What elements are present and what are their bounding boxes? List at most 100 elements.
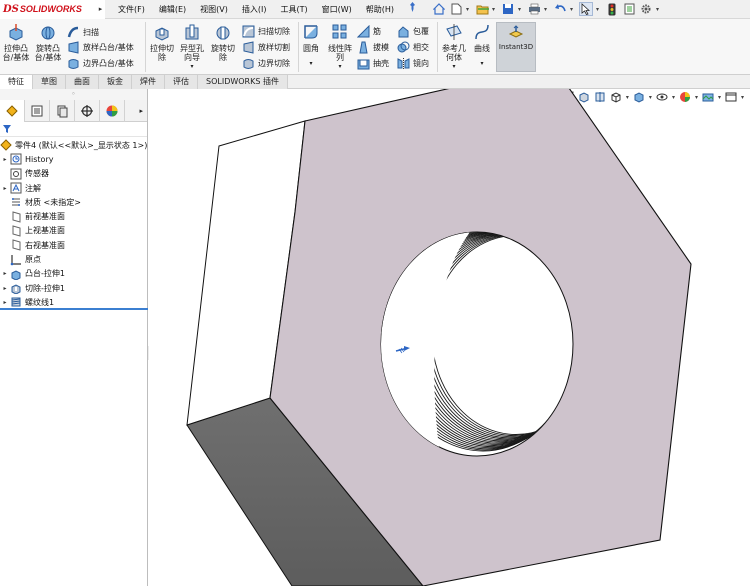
open-dropdown-icon[interactable]: ▾: [492, 6, 498, 13]
tab-surfaces[interactable]: 曲面: [66, 75, 99, 89]
new-document-icon[interactable]: [449, 2, 463, 16]
logo-expand-arrow-icon[interactable]: ▸: [96, 0, 105, 19]
tree-item-cut-extrude1[interactable]: ▸ 切除-拉伸1: [0, 281, 147, 295]
extrude-cut-button[interactable]: 拉伸切 除: [148, 23, 176, 62]
graphics-area[interactable]: ▾ ▾ ▾ ▾ ▾ ▾: [149, 89, 750, 586]
new-dropdown-icon[interactable]: ▾: [466, 6, 472, 13]
intersect-label: 相交: [413, 42, 429, 52]
linear-pattern-icon: [332, 24, 347, 39]
undo-icon[interactable]: [553, 2, 567, 16]
mirror-button[interactable]: 镜向: [397, 55, 429, 71]
select-dropdown-icon[interactable]: ▾: [596, 6, 602, 13]
property-manager-tab[interactable]: [25, 99, 50, 122]
tree-item-top-plane[interactable]: 上视基准面: [0, 224, 147, 238]
feature-manager-icon: [6, 104, 18, 117]
sweep-button[interactable]: 扫描: [67, 24, 99, 40]
fillet-dropdown-icon[interactable]: ▾: [300, 59, 322, 68]
panel-expand-arrow-icon[interactable]: ▸: [139, 107, 143, 115]
tree-item-label: 注解: [25, 183, 41, 193]
expand-arrow-icon[interactable]: ▸: [0, 185, 10, 192]
instant3d-icon: [508, 25, 524, 38]
options-gear-icon[interactable]: [639, 2, 653, 16]
extrude-boss-icon: [9, 24, 23, 41]
instant3d-button[interactable]: Instant3D: [496, 22, 536, 72]
tree-item-sensors[interactable]: 传感器: [0, 167, 147, 181]
linear-pattern-dropdown-icon[interactable]: ▾: [326, 62, 354, 71]
reference-geometry-dropdown-icon[interactable]: ▾: [439, 62, 469, 71]
revolve-cut-button[interactable]: 旋转切 除: [209, 23, 237, 62]
tree-item-right-plane[interactable]: 右视基准面: [0, 238, 147, 252]
tree-item-origin[interactable]: 原点: [0, 252, 147, 266]
dimxpert-manager-tab[interactable]: [75, 99, 100, 122]
tab-sketch[interactable]: 草图: [33, 75, 66, 89]
boundary-boss-label: 边界凸台/基体: [83, 58, 134, 68]
tree-item-front-plane[interactable]: 前视基准面: [0, 209, 147, 223]
rollback-bar[interactable]: [0, 308, 148, 310]
tree-item-material[interactable]: 材质 <未指定>: [0, 195, 147, 209]
boundary-cut-button[interactable]: 边界切除: [242, 55, 290, 71]
loft-cut-button[interactable]: 放样切割: [242, 39, 290, 55]
sweep-cut-button[interactable]: 扫描切除: [242, 23, 290, 39]
select-pointer-icon[interactable]: [579, 2, 594, 16]
panel-grip-handle[interactable]: ◦: [0, 89, 147, 100]
ds-logo-mark: DS: [3, 3, 19, 15]
expand-arrow-icon[interactable]: ▸: [0, 299, 10, 306]
curves-dropdown-icon[interactable]: ▾: [471, 59, 493, 68]
tree-item-label: 传感器: [25, 169, 49, 179]
command-tabs: 特征 草图 曲面 钣金 焊件 评估 SOLIDWORKS 插件: [0, 75, 750, 89]
tree-item-annotations[interactable]: ▸ 注解: [0, 181, 147, 195]
hole-wizard-dropdown-icon[interactable]: ▾: [178, 62, 206, 71]
menu-file[interactable]: 文件(F): [111, 0, 152, 19]
menu-view[interactable]: 视图(V): [193, 0, 235, 19]
expand-arrow-icon[interactable]: ▸: [0, 285, 10, 292]
menu-tools[interactable]: 工具(T): [273, 0, 314, 19]
save-icon[interactable]: [501, 2, 515, 16]
solidworks-logo[interactable]: DS SOLIDWORKS: [0, 0, 96, 19]
tree-item-history[interactable]: ▸ History: [0, 152, 147, 166]
expand-arrow-icon[interactable]: ▸: [0, 156, 10, 163]
tab-features[interactable]: 特征: [0, 75, 33, 89]
extrude-boss-button[interactable]: 拉伸凸 台/基体: [2, 23, 30, 62]
reference-geometry-label: 参考几 何体: [442, 44, 466, 62]
rebuild-traffic-light-icon[interactable]: [605, 2, 619, 16]
expand-arrow-icon[interactable]: ▸: [0, 270, 10, 277]
open-folder-icon[interactable]: [475, 2, 489, 16]
display-manager-tab[interactable]: [100, 99, 125, 122]
curves-button[interactable]: 曲线 ▾: [471, 23, 493, 68]
save-dropdown-icon[interactable]: ▾: [518, 6, 524, 13]
menu-insert[interactable]: 插入(I): [235, 0, 274, 19]
hole-wizard-button[interactable]: 异型孔 向导 ▾: [178, 23, 206, 71]
loft-boss-button[interactable]: 放样凸台/基体: [67, 39, 134, 55]
rib-button[interactable]: 筋: [357, 23, 381, 39]
menu-window[interactable]: 窗口(W): [315, 0, 359, 19]
linear-pattern-button[interactable]: 线性阵 列 ▾: [326, 23, 354, 71]
tree-item-boss-extrude1[interactable]: ▸ 凸台-拉伸1: [0, 267, 147, 281]
reference-geometry-button[interactable]: 参考几 何体 ▾: [439, 23, 469, 71]
tab-solidworks-addins[interactable]: SOLIDWORKS 插件: [198, 75, 288, 89]
pin-icon[interactable]: [401, 0, 424, 19]
options-dropdown-icon[interactable]: ▾: [656, 6, 662, 13]
draft-button[interactable]: 拔模: [357, 39, 389, 55]
tab-evaluate[interactable]: 评估: [165, 75, 198, 89]
configuration-manager-tab[interactable]: [50, 99, 75, 122]
tab-weldments[interactable]: 焊件: [132, 75, 165, 89]
boundary-boss-button[interactable]: 边界凸台/基体: [67, 55, 134, 71]
shell-button[interactable]: 抽壳: [357, 55, 389, 71]
menu-edit[interactable]: 编辑(E): [152, 0, 193, 19]
file-properties-icon[interactable]: [622, 2, 636, 16]
feature-manager-tab[interactable]: [0, 99, 25, 122]
boundary-boss-icon: [68, 58, 79, 69]
undo-dropdown-icon[interactable]: ▾: [570, 6, 576, 13]
menu-help[interactable]: 帮助(H): [359, 0, 401, 19]
fillet-button[interactable]: 圆角 ▾: [300, 23, 322, 68]
tab-sheet-metal[interactable]: 钣金: [99, 75, 132, 89]
tree-filter[interactable]: [0, 122, 147, 137]
print-dropdown-icon[interactable]: ▾: [544, 6, 550, 13]
intersect-button[interactable]: 相交: [397, 39, 429, 55]
wrap-button[interactable]: 包覆: [397, 23, 429, 39]
home-icon[interactable]: [432, 2, 446, 16]
print-icon[interactable]: [527, 2, 541, 16]
hex-nut-model[interactable]: [149, 89, 750, 586]
tree-root-part[interactable]: 零件4 (默认<<默认>_显示状态 1>): [0, 138, 147, 152]
revolve-boss-button[interactable]: 旋转凸 台/基体: [33, 23, 63, 62]
